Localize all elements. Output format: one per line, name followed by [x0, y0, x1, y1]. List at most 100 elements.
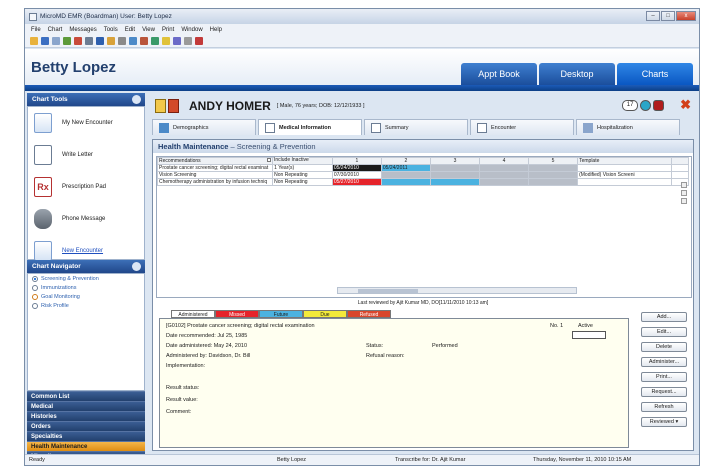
settings-icon[interactable] — [184, 37, 192, 45]
category-health-maintenance[interactable]: Health Maintenance — [27, 441, 145, 451]
menu-view[interactable]: View — [142, 27, 155, 33]
nav-risk-profile[interactable]: Risk Profile — [28, 301, 144, 310]
counter-badge[interactable]: 17 — [622, 99, 639, 111]
tab-medical-information[interactable]: Medical Information — [258, 119, 362, 135]
refresh-button[interactable]: Refresh — [641, 402, 687, 412]
menu-edit[interactable]: Edit — [125, 27, 135, 33]
cell-future[interactable] — [380, 178, 431, 186]
category-specialties[interactable]: Specialties — [27, 431, 145, 441]
delete-icon[interactable] — [74, 37, 82, 45]
alert-icon[interactable] — [195, 37, 203, 45]
close-window-button[interactable]: x — [676, 11, 696, 21]
scroll-thumb[interactable] — [358, 289, 418, 293]
nav-screening[interactable]: Screening & Prevention — [28, 274, 144, 283]
encounter-icon — [34, 113, 52, 133]
radio-icon — [32, 293, 38, 300]
table-row[interactable]: Vision Screening Non Repeating 07/30/201… — [156, 171, 690, 179]
letter-icon — [34, 145, 52, 165]
category-histories[interactable]: Histories — [27, 411, 145, 421]
tab-label: Hospitalization — [597, 124, 633, 131]
maximize-button[interactable]: □ — [661, 11, 675, 21]
horizontal-scrollbar[interactable] — [337, 287, 577, 294]
table-row[interactable]: Chemotherapy administration by infusion … — [156, 178, 690, 186]
menu-file[interactable]: File — [31, 27, 41, 33]
tab-demographics[interactable]: Demographics — [152, 119, 256, 135]
detail-date-recommended: Date recommended: Jul 25, 1985 — [166, 333, 248, 339]
menu-messages[interactable]: Messages — [69, 27, 96, 33]
lab-icon[interactable] — [173, 37, 181, 45]
edit-button[interactable]: Edit... — [641, 327, 687, 337]
tab-desktop[interactable]: Desktop — [539, 63, 615, 85]
tab-summary[interactable]: Summary — [364, 119, 468, 135]
table-row[interactable]: Prostate cancer screening; digital recta… — [156, 164, 690, 172]
back-icon[interactable] — [85, 37, 93, 45]
template-button[interactable] — [681, 198, 687, 204]
mail-icon[interactable] — [129, 37, 137, 45]
category-common-list[interactable]: Common List — [27, 391, 145, 401]
menu-tools[interactable]: Tools — [104, 27, 118, 33]
folder-icon[interactable] — [107, 37, 115, 45]
print-icon[interactable] — [118, 37, 126, 45]
new-icon[interactable] — [30, 37, 38, 45]
chart-icon[interactable] — [155, 99, 166, 113]
collapse-icon[interactable] — [132, 262, 141, 271]
toolbar — [25, 35, 699, 48]
refresh-icon[interactable] — [63, 37, 71, 45]
tab-appt-book[interactable]: Appt Book — [461, 63, 537, 85]
template-button[interactable] — [681, 182, 687, 188]
nav-immunizations[interactable]: Immunizations — [28, 283, 144, 292]
action-buttons: Add... Edit... Delete Administer... Prin… — [641, 312, 687, 427]
menu-help[interactable]: Help — [210, 27, 222, 33]
tool-my-new-encounter[interactable]: My New Encounter — [28, 107, 144, 139]
cell-future[interactable]: 05/24/2011 — [380, 164, 431, 172]
minimize-button[interactable]: – — [646, 11, 660, 21]
alert-icon[interactable] — [168, 99, 179, 113]
tab-encounter[interactable]: Encounter — [470, 119, 574, 135]
tool-label: Phone Message — [62, 216, 106, 222]
tool-write-letter[interactable]: Write Letter — [28, 139, 144, 171]
tab-label: Medical Information — [279, 124, 331, 131]
cell-administered[interactable]: 07/30/2010 — [331, 171, 382, 179]
reviewed-button[interactable]: Reviewed ▾ — [641, 417, 687, 427]
collapse-icon[interactable] — [132, 95, 141, 104]
detail-implementation: Implementation: — [166, 363, 206, 369]
radio-icon — [32, 275, 38, 282]
notes-icon[interactable] — [162, 37, 170, 45]
category-medical[interactable]: Medical — [27, 401, 145, 411]
app-icon — [29, 12, 37, 21]
menu-chart[interactable]: Chart — [48, 27, 63, 33]
cell-empty — [429, 164, 481, 172]
template-button[interactable] — [681, 190, 687, 196]
tool-phone-message[interactable]: Phone Message — [28, 203, 144, 235]
category-orders[interactable]: Orders — [27, 421, 145, 431]
request-button[interactable]: Request... — [641, 387, 687, 397]
user-icon[interactable] — [96, 37, 104, 45]
info-icon[interactable] — [640, 99, 652, 111]
add-button[interactable]: Add... — [641, 312, 687, 322]
detail-comment: Comment: — [166, 409, 192, 415]
menu-print[interactable]: Print — [162, 27, 174, 33]
cell-missed[interactable]: 05/27/2010 — [331, 178, 382, 186]
close-chart-icon[interactable]: ✖ — [680, 97, 691, 113]
save-icon[interactable] — [52, 37, 60, 45]
chart-icon[interactable] — [140, 37, 148, 45]
delete-button[interactable]: Delete — [641, 342, 687, 352]
title-bar: MicroMD EMR (Boardman) User: Betty Lopez… — [25, 9, 699, 24]
nav-goal-monitoring[interactable]: Goal Monitoring — [28, 292, 144, 301]
tab-charts[interactable]: Charts — [617, 63, 693, 85]
col-2: 2 — [380, 157, 431, 165]
tab-hospitalization[interactable]: Hospitalization — [576, 119, 680, 135]
flag-icon[interactable] — [653, 99, 665, 111]
cell-administered[interactable]: 05/24/2010 — [331, 164, 382, 172]
calendar-icon[interactable] — [151, 37, 159, 45]
menu-window[interactable]: Window — [181, 27, 202, 33]
cell-future[interactable] — [429, 178, 481, 186]
active-field[interactable] — [572, 331, 606, 339]
print-button[interactable]: Print... — [641, 372, 687, 382]
include-inactive-checkbox[interactable] — [267, 158, 271, 162]
open-icon[interactable] — [41, 37, 49, 45]
include-inactive-label: Include Inactive — [274, 157, 309, 163]
administer-button[interactable]: Administer... — [641, 357, 687, 367]
tool-label: Write Letter — [62, 152, 93, 158]
tool-prescription-pad[interactable]: Rx Prescription Pad — [28, 171, 144, 203]
